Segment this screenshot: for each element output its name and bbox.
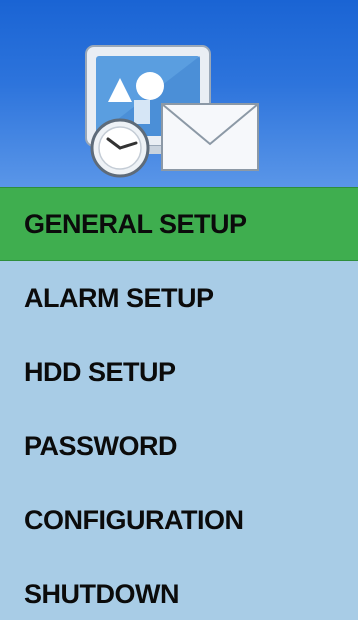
menu-item-password[interactable]: PASSWORD [0,409,358,483]
menu-item-alarm-setup[interactable]: ALARM SETUP [0,261,358,335]
menu-header [0,0,358,187]
computer-clock-envelope-icon [85,45,259,178]
menu-item-configuration[interactable]: CONFIGURATION [0,483,358,557]
menu-item-hdd-setup[interactable]: HDD SETUP [0,335,358,409]
setup-menu-panel: GENERAL SETUP ALARM SETUP HDD SETUP PASS… [0,0,358,620]
setup-menu: GENERAL SETUP ALARM SETUP HDD SETUP PASS… [0,187,358,631]
menu-item-general-setup[interactable]: GENERAL SETUP [0,187,358,261]
